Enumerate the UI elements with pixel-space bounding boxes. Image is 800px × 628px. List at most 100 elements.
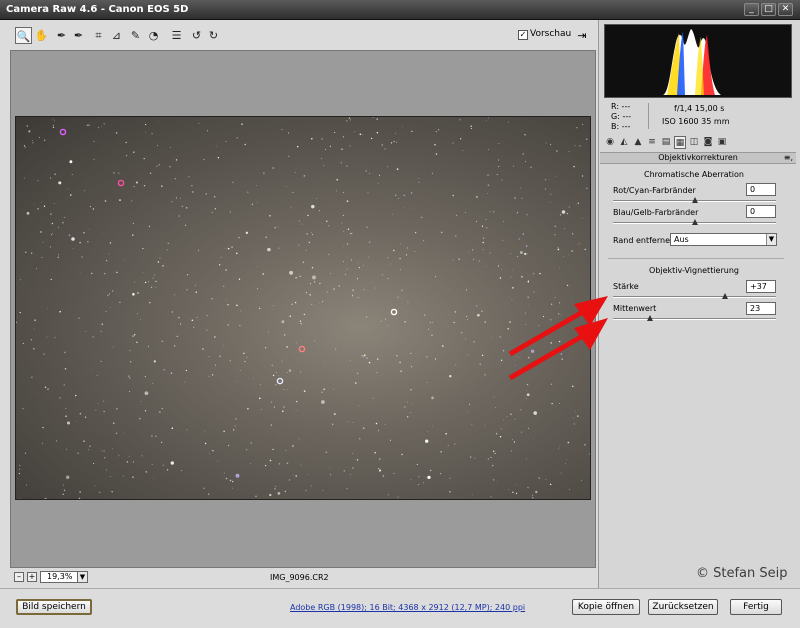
rotate-right-icon[interactable]: ↻ (205, 27, 222, 44)
star (64, 368, 67, 370)
red-cyan-thumb[interactable] (691, 197, 698, 203)
bright-star (298, 345, 306, 353)
zoom-tool-icon[interactable]: 🔍 (15, 27, 32, 44)
amount-thumb[interactable] (721, 293, 728, 299)
workflow-options-link[interactable]: Adobe RGB (1998); 16 Bit; 4368 x 2912 (1… (290, 603, 525, 612)
star (91, 272, 93, 275)
star (227, 444, 230, 447)
star (392, 214, 393, 215)
star (145, 131, 147, 133)
white-balance-icon[interactable]: ✒ (53, 27, 70, 44)
star (133, 186, 135, 188)
fringe-select[interactable]: Aus ▼ (670, 233, 777, 246)
save-image-button[interactable]: Bild speichern (16, 599, 92, 615)
crop-icon[interactable]: ⌗ (90, 27, 107, 44)
star (431, 334, 433, 336)
star (390, 142, 393, 144)
star (19, 279, 22, 281)
midpoint-field[interactable]: 23 (746, 302, 776, 315)
star (52, 126, 55, 129)
star (295, 475, 298, 477)
color-sampler-icon[interactable]: ✒ (70, 27, 87, 44)
minimize-button[interactable]: _ (744, 3, 759, 16)
star (100, 360, 102, 362)
star (393, 249, 395, 252)
panel-menu-icon[interactable]: ≡, (784, 153, 793, 163)
star (89, 206, 91, 208)
star (326, 220, 328, 222)
tab-lens-corrections-icon[interactable]: ▦ (674, 136, 686, 149)
star (71, 237, 75, 241)
midpoint-slider[interactable] (613, 315, 776, 321)
done-button[interactable]: Fertig (730, 599, 782, 615)
star (454, 443, 456, 445)
tab-camera-calibration-icon[interactable]: ◫ (688, 136, 700, 149)
preferences-icon[interactable]: ☰ (168, 27, 185, 44)
blue-yellow-field[interactable]: 0 (746, 205, 776, 218)
tab-split-toning-icon[interactable]: ▤ (660, 136, 672, 149)
zoom-out-button[interactable]: – (14, 572, 24, 582)
star (435, 131, 437, 133)
reset-button[interactable]: Zurücksetzen (648, 599, 718, 615)
open-copy-button[interactable]: Kopie öffnen (572, 599, 640, 615)
chevron-down-icon[interactable]: ▼ (77, 571, 88, 583)
preview-checkbox[interactable]: ✓ (518, 30, 528, 40)
star (471, 424, 473, 426)
star (363, 264, 364, 266)
star (479, 363, 481, 365)
midpoint-thumb[interactable] (647, 315, 654, 321)
star (346, 268, 348, 270)
star (501, 179, 503, 181)
preview-toggle[interactable]: ✓ Vorschau (518, 29, 571, 40)
star (178, 215, 181, 217)
star (503, 221, 505, 222)
star (342, 214, 344, 216)
star (65, 415, 67, 417)
star (133, 151, 135, 153)
star (134, 281, 135, 283)
tab-snapshots-icon[interactable]: ▣ (716, 136, 728, 149)
star (178, 317, 180, 319)
star (69, 361, 70, 363)
tab-hsl-icon[interactable]: ≡ (646, 136, 658, 149)
star (498, 165, 500, 167)
star (58, 181, 62, 185)
star (137, 292, 139, 294)
chevron-down-icon[interactable]: ▼ (766, 234, 776, 245)
star (559, 446, 561, 447)
star (78, 497, 81, 499)
star (77, 452, 79, 454)
hand-tool-icon[interactable]: ✋ (33, 27, 50, 44)
star (589, 453, 590, 455)
red-cyan-field[interactable]: 0 (746, 183, 776, 196)
star (489, 252, 491, 254)
star (208, 375, 210, 377)
star (268, 331, 269, 333)
close-button[interactable]: ✕ (778, 3, 793, 16)
tab-presets-icon[interactable]: ◙ (702, 136, 714, 149)
star (347, 228, 350, 230)
bright-star (117, 179, 125, 187)
star (325, 148, 327, 150)
fullscreen-icon[interactable]: ⇥ (574, 28, 590, 44)
amount-field[interactable]: +37 (746, 280, 776, 293)
star (352, 467, 354, 469)
retouch-icon[interactable]: ✎ (127, 27, 144, 44)
tab-basic-icon[interactable]: ◉ (604, 136, 616, 149)
straighten-icon[interactable]: ⊿ (108, 27, 125, 44)
tab-tone-curve-icon[interactable]: ◭ (618, 136, 630, 149)
tab-detail-icon[interactable]: ▲ (632, 136, 644, 149)
star (493, 211, 495, 213)
blue-yellow-thumb[interactable] (691, 219, 698, 225)
blue-yellow-slider[interactable] (613, 219, 776, 225)
rotate-left-icon[interactable]: ↺ (188, 27, 205, 44)
star (227, 247, 230, 250)
star (257, 288, 258, 290)
zoom-in-button[interactable]: + (27, 572, 37, 582)
star (551, 402, 553, 405)
red-cyan-slider[interactable] (613, 197, 776, 203)
maximize-button[interactable]: □ (761, 3, 776, 16)
star (501, 268, 502, 270)
red-eye-icon[interactable]: ◔ (145, 27, 162, 44)
amount-slider[interactable] (613, 293, 776, 299)
